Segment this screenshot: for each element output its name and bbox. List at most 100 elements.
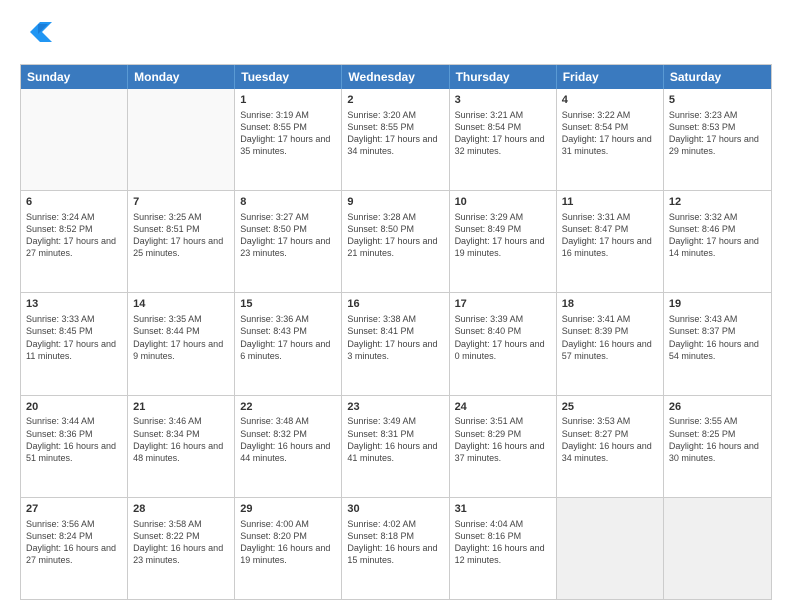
calendar-cell: 11Sunrise: 3:31 AMSunset: 8:47 PMDayligh… [557, 191, 664, 292]
day-details: Sunrise: 3:46 AMSunset: 8:34 PMDaylight:… [133, 415, 229, 464]
day-details: Sunrise: 3:44 AMSunset: 8:36 PMDaylight:… [26, 415, 122, 464]
header [20, 18, 772, 54]
day-number: 2 [347, 93, 443, 108]
day-number: 10 [455, 195, 551, 210]
day-number: 16 [347, 297, 443, 312]
day-number: 29 [240, 502, 336, 517]
day-number: 14 [133, 297, 229, 312]
day-details: Sunrise: 3:23 AMSunset: 8:53 PMDaylight:… [669, 109, 766, 158]
day-number: 8 [240, 195, 336, 210]
calendar-cell: 4Sunrise: 3:22 AMSunset: 8:54 PMDaylight… [557, 89, 664, 190]
day-details: Sunrise: 3:43 AMSunset: 8:37 PMDaylight:… [669, 313, 766, 362]
day-number: 27 [26, 502, 122, 517]
calendar-row-2: 6Sunrise: 3:24 AMSunset: 8:52 PMDaylight… [21, 190, 771, 292]
day-details: Sunrise: 3:36 AMSunset: 8:43 PMDaylight:… [240, 313, 336, 362]
calendar-cell: 12Sunrise: 3:32 AMSunset: 8:46 PMDayligh… [664, 191, 771, 292]
day-number: 12 [669, 195, 766, 210]
day-details: Sunrise: 3:58 AMSunset: 8:22 PMDaylight:… [133, 518, 229, 567]
calendar-cell: 9Sunrise: 3:28 AMSunset: 8:50 PMDaylight… [342, 191, 449, 292]
calendar-cell: 20Sunrise: 3:44 AMSunset: 8:36 PMDayligh… [21, 396, 128, 497]
calendar-cell: 19Sunrise: 3:43 AMSunset: 8:37 PMDayligh… [664, 293, 771, 394]
day-details: Sunrise: 3:33 AMSunset: 8:45 PMDaylight:… [26, 313, 122, 362]
day-number: 5 [669, 93, 766, 108]
day-details: Sunrise: 3:28 AMSunset: 8:50 PMDaylight:… [347, 211, 443, 260]
calendar-cell: 16Sunrise: 3:38 AMSunset: 8:41 PMDayligh… [342, 293, 449, 394]
day-details: Sunrise: 3:21 AMSunset: 8:54 PMDaylight:… [455, 109, 551, 158]
calendar-cell: 5Sunrise: 3:23 AMSunset: 8:53 PMDaylight… [664, 89, 771, 190]
calendar-body: 1Sunrise: 3:19 AMSunset: 8:55 PMDaylight… [21, 89, 771, 599]
calendar-cell: 22Sunrise: 3:48 AMSunset: 8:32 PMDayligh… [235, 396, 342, 497]
header-day-sunday: Sunday [21, 65, 128, 89]
day-details: Sunrise: 3:39 AMSunset: 8:40 PMDaylight:… [455, 313, 551, 362]
calendar-header: SundayMondayTuesdayWednesdayThursdayFrid… [21, 65, 771, 89]
calendar-cell [557, 498, 664, 599]
day-number: 21 [133, 400, 229, 415]
day-number: 4 [562, 93, 658, 108]
day-details: Sunrise: 3:38 AMSunset: 8:41 PMDaylight:… [347, 313, 443, 362]
page: SundayMondayTuesdayWednesdayThursdayFrid… [0, 0, 792, 612]
calendar-cell: 21Sunrise: 3:46 AMSunset: 8:34 PMDayligh… [128, 396, 235, 497]
calendar-cell: 30Sunrise: 4:02 AMSunset: 8:18 PMDayligh… [342, 498, 449, 599]
calendar-cell: 14Sunrise: 3:35 AMSunset: 8:44 PMDayligh… [128, 293, 235, 394]
day-details: Sunrise: 3:31 AMSunset: 8:47 PMDaylight:… [562, 211, 658, 260]
day-number: 6 [26, 195, 122, 210]
day-number: 23 [347, 400, 443, 415]
logo-icon [20, 18, 56, 54]
day-details: Sunrise: 4:00 AMSunset: 8:20 PMDaylight:… [240, 518, 336, 567]
day-details: Sunrise: 3:24 AMSunset: 8:52 PMDaylight:… [26, 211, 122, 260]
calendar-cell: 27Sunrise: 3:56 AMSunset: 8:24 PMDayligh… [21, 498, 128, 599]
day-details: Sunrise: 3:35 AMSunset: 8:44 PMDaylight:… [133, 313, 229, 362]
day-details: Sunrise: 3:53 AMSunset: 8:27 PMDaylight:… [562, 415, 658, 464]
header-day-saturday: Saturday [664, 65, 771, 89]
calendar-cell: 15Sunrise: 3:36 AMSunset: 8:43 PMDayligh… [235, 293, 342, 394]
day-number: 24 [455, 400, 551, 415]
day-details: Sunrise: 3:41 AMSunset: 8:39 PMDaylight:… [562, 313, 658, 362]
calendar-cell: 2Sunrise: 3:20 AMSunset: 8:55 PMDaylight… [342, 89, 449, 190]
day-number: 17 [455, 297, 551, 312]
day-number: 3 [455, 93, 551, 108]
day-number: 28 [133, 502, 229, 517]
day-details: Sunrise: 3:20 AMSunset: 8:55 PMDaylight:… [347, 109, 443, 158]
day-number: 19 [669, 297, 766, 312]
day-number: 9 [347, 195, 443, 210]
day-details: Sunrise: 3:19 AMSunset: 8:55 PMDaylight:… [240, 109, 336, 158]
header-day-wednesday: Wednesday [342, 65, 449, 89]
day-number: 11 [562, 195, 658, 210]
calendar-cell: 25Sunrise: 3:53 AMSunset: 8:27 PMDayligh… [557, 396, 664, 497]
day-details: Sunrise: 3:49 AMSunset: 8:31 PMDaylight:… [347, 415, 443, 464]
day-number: 30 [347, 502, 443, 517]
day-number: 22 [240, 400, 336, 415]
day-details: Sunrise: 3:51 AMSunset: 8:29 PMDaylight:… [455, 415, 551, 464]
calendar-cell: 13Sunrise: 3:33 AMSunset: 8:45 PMDayligh… [21, 293, 128, 394]
calendar-cell: 28Sunrise: 3:58 AMSunset: 8:22 PMDayligh… [128, 498, 235, 599]
calendar-cell: 18Sunrise: 3:41 AMSunset: 8:39 PMDayligh… [557, 293, 664, 394]
header-day-monday: Monday [128, 65, 235, 89]
day-details: Sunrise: 3:48 AMSunset: 8:32 PMDaylight:… [240, 415, 336, 464]
calendar-cell: 1Sunrise: 3:19 AMSunset: 8:55 PMDaylight… [235, 89, 342, 190]
header-day-friday: Friday [557, 65, 664, 89]
calendar-row-1: 1Sunrise: 3:19 AMSunset: 8:55 PMDaylight… [21, 89, 771, 190]
day-details: Sunrise: 3:29 AMSunset: 8:49 PMDaylight:… [455, 211, 551, 260]
day-number: 18 [562, 297, 658, 312]
calendar-row-4: 20Sunrise: 3:44 AMSunset: 8:36 PMDayligh… [21, 395, 771, 497]
logo [20, 18, 60, 54]
calendar-cell [664, 498, 771, 599]
day-details: Sunrise: 4:04 AMSunset: 8:16 PMDaylight:… [455, 518, 551, 567]
calendar-cell: 31Sunrise: 4:04 AMSunset: 8:16 PMDayligh… [450, 498, 557, 599]
day-details: Sunrise: 4:02 AMSunset: 8:18 PMDaylight:… [347, 518, 443, 567]
day-number: 25 [562, 400, 658, 415]
day-details: Sunrise: 3:32 AMSunset: 8:46 PMDaylight:… [669, 211, 766, 260]
calendar-cell [21, 89, 128, 190]
day-number: 13 [26, 297, 122, 312]
calendar-cell: 8Sunrise: 3:27 AMSunset: 8:50 PMDaylight… [235, 191, 342, 292]
day-number: 31 [455, 502, 551, 517]
day-details: Sunrise: 3:25 AMSunset: 8:51 PMDaylight:… [133, 211, 229, 260]
calendar-cell: 17Sunrise: 3:39 AMSunset: 8:40 PMDayligh… [450, 293, 557, 394]
calendar-row-5: 27Sunrise: 3:56 AMSunset: 8:24 PMDayligh… [21, 497, 771, 599]
day-details: Sunrise: 3:27 AMSunset: 8:50 PMDaylight:… [240, 211, 336, 260]
calendar-cell [128, 89, 235, 190]
calendar-cell: 10Sunrise: 3:29 AMSunset: 8:49 PMDayligh… [450, 191, 557, 292]
calendar-row-3: 13Sunrise: 3:33 AMSunset: 8:45 PMDayligh… [21, 292, 771, 394]
day-number: 20 [26, 400, 122, 415]
day-details: Sunrise: 3:55 AMSunset: 8:25 PMDaylight:… [669, 415, 766, 464]
